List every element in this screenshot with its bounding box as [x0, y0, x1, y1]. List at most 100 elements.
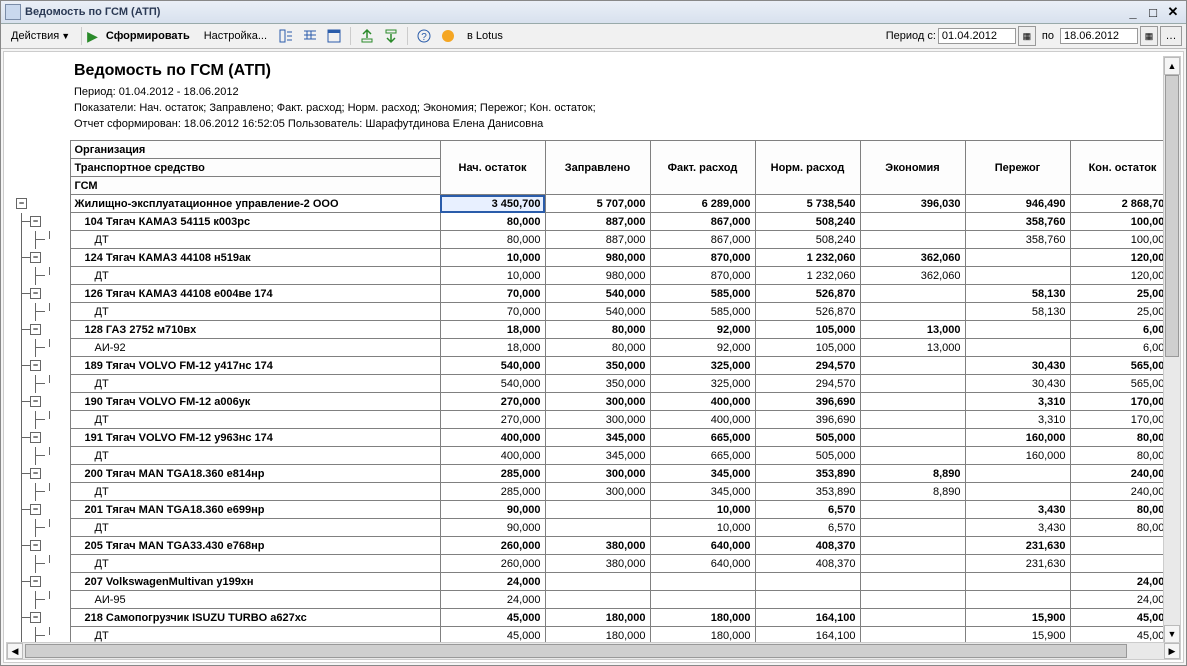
table-row[interactable]: ДТ400,000345,000665,000505,000160,00080,… [14, 447, 1163, 465]
col-fuel[interactable]: ГСМ [70, 177, 440, 195]
table-row[interactable]: −190 Тягач VOLVO FM-12 а006ук270,000300,… [14, 393, 1163, 411]
collapse-icon[interactable]: − [16, 198, 27, 209]
collapse-icon[interactable]: − [30, 252, 41, 263]
table-row[interactable]: −205 Тягач MAN TGA33.430 е768нр260,00038… [14, 537, 1163, 555]
date-to-input[interactable] [1060, 28, 1138, 44]
actions-menu[interactable]: Действия▼ [5, 28, 76, 44]
hscroll-thumb[interactable] [25, 644, 1127, 658]
table-row[interactable]: ДТ10,000980,000870,0001 232,060362,06012… [14, 267, 1163, 285]
close-button[interactable]: ✕ [1164, 4, 1182, 20]
table-row[interactable]: ДТ260,000380,000640,000408,370231,630 [14, 555, 1163, 573]
minimize-button[interactable]: _ [1124, 4, 1142, 20]
cell-value: 345,000 [650, 483, 755, 501]
cell-value [650, 591, 755, 609]
lotus-icon[interactable] [437, 25, 459, 47]
help-button[interactable]: ? [413, 25, 435, 47]
collapse-icon[interactable]: − [30, 540, 41, 551]
scroll-down-button[interactable]: ▼ [1164, 625, 1180, 643]
cell-value: 180,000 [650, 609, 755, 627]
row-name: 128 ГАЗ 2752 м710вх [70, 321, 440, 339]
table-row[interactable]: ДТ270,000300,000400,000396,6903,310170,0… [14, 411, 1163, 429]
table-row[interactable]: −124 Тягач КАМАЗ 44108 н519ак10,000980,0… [14, 249, 1163, 267]
col-econ[interactable]: Экономия [860, 141, 965, 195]
tool-icon-3[interactable] [323, 25, 345, 47]
cell-value [545, 573, 650, 591]
vertical-scrollbar[interactable]: ▲ ▼ [1163, 56, 1181, 644]
lotus-button[interactable]: в Lotus [461, 28, 509, 44]
table-row[interactable]: АИ-9218,00080,00092,000105,00013,0006,00… [14, 339, 1163, 357]
table-row[interactable]: −128 ГАЗ 2752 м710вх18,00080,00092,00010… [14, 321, 1163, 339]
vscroll-thumb[interactable] [1165, 75, 1179, 357]
table-row[interactable]: −126 Тягач КАМАЗ 44108 е004ве 17470,0005… [14, 285, 1163, 303]
collapse-icon[interactable]: − [30, 612, 41, 623]
col-end[interactable]: Кон. остаток [1070, 141, 1163, 195]
tool-icon-4[interactable] [356, 25, 378, 47]
cell-value: 90,000 [440, 519, 545, 537]
cell-value: 231,630 [965, 555, 1070, 573]
table-row[interactable]: −201 Тягач MAN TGA18.360 е699нр90,00010,… [14, 501, 1163, 519]
col-org[interactable]: Организация [70, 141, 440, 159]
cell-value: 380,000 [545, 537, 650, 555]
maximize-button[interactable]: □ [1144, 4, 1162, 20]
row-name: АИ-92 [70, 339, 440, 357]
window-title: Ведомость по ГСМ (АТП) [25, 6, 1122, 18]
cell-value: 6 289,000 [650, 195, 755, 213]
horizontal-scrollbar[interactable]: ◀ ▶ [6, 642, 1181, 660]
scroll-left-button[interactable]: ◀ [7, 643, 23, 659]
collapse-icon[interactable]: − [30, 216, 41, 227]
collapse-icon[interactable]: − [30, 324, 41, 335]
table-row[interactable]: −189 Тягач VOLVO FM-12 у417нс 174540,000… [14, 357, 1163, 375]
scroll-right-button[interactable]: ▶ [1164, 643, 1180, 659]
col-filled[interactable]: Заправлено [545, 141, 650, 195]
period-more-button[interactable]: … [1160, 26, 1182, 46]
cell-value [545, 501, 650, 519]
table-row[interactable]: −218 Самопогрузчик ISUZU TURBO а627хс45,… [14, 609, 1163, 627]
collapse-icon[interactable]: − [30, 576, 41, 587]
collapse-icon[interactable]: − [30, 288, 41, 299]
date-from-input[interactable] [938, 28, 1016, 44]
table-row[interactable]: −207 VolkswagenMultivan у199хн24,00024,0… [14, 573, 1163, 591]
cell-value: 100,000 [1070, 213, 1163, 231]
cell-value: 408,370 [755, 537, 860, 555]
table-row[interactable]: −191 Тягач VOLVO FM-12 у963нс 174400,000… [14, 429, 1163, 447]
table-row[interactable]: −104 Тягач КАМАЗ 54115 к003рс80,000887,0… [14, 213, 1163, 231]
cell-value: 180,000 [545, 609, 650, 627]
form-button[interactable]: Сформировать [100, 28, 196, 44]
col-start[interactable]: Нач. остаток [440, 141, 545, 195]
collapse-icon[interactable]: − [30, 396, 41, 407]
table-row[interactable]: ДТ70,000540,000585,000526,87058,13025,00… [14, 303, 1163, 321]
calendar-from-button[interactable]: ▦ [1018, 26, 1036, 46]
tool-icon-2[interactable] [299, 25, 321, 47]
collapse-icon[interactable]: − [30, 468, 41, 479]
tree-cell: − [14, 465, 70, 483]
table-row[interactable]: ДТ80,000887,000867,000508,240358,760100,… [14, 231, 1163, 249]
collapse-icon[interactable]: − [30, 360, 41, 371]
col-fact[interactable]: Факт. расход [650, 141, 755, 195]
scroll-up-button[interactable]: ▲ [1164, 57, 1180, 75]
col-vehicle[interactable]: Транспортное средство [70, 159, 440, 177]
collapse-icon[interactable]: − [30, 432, 41, 443]
settings-button[interactable]: Настройка... [198, 28, 273, 44]
table-row[interactable]: −200 Тягач MAN TGA18.360 е814нр285,00030… [14, 465, 1163, 483]
row-name: ДТ [70, 231, 440, 249]
cell-value [860, 537, 965, 555]
table-row[interactable]: АИ-9524,00024,000 [14, 591, 1163, 609]
col-burn[interactable]: Пережог [965, 141, 1070, 195]
cell-value: 285,000 [440, 465, 545, 483]
cell-value [545, 591, 650, 609]
calendar-to-button[interactable]: ▦ [1140, 26, 1158, 46]
collapse-icon[interactable]: − [30, 504, 41, 515]
cell-value: 396,030 [860, 195, 965, 213]
table-row[interactable]: ДТ540,000350,000325,000294,57030,430565,… [14, 375, 1163, 393]
table-row[interactable]: −Жилищно-эксплуатационное управление-2 О… [14, 195, 1163, 213]
cell-value: 980,000 [545, 267, 650, 285]
tree-cell: − [14, 609, 70, 627]
col-norm[interactable]: Норм. расход [755, 141, 860, 195]
cell-value: 887,000 [545, 231, 650, 249]
table-row[interactable]: ДТ90,00010,0006,5703,43080,000 [14, 519, 1163, 537]
table-row[interactable]: ДТ285,000300,000345,000353,8908,890240,0… [14, 483, 1163, 501]
tool-icon-5[interactable] [380, 25, 402, 47]
tool-icon-1[interactable] [275, 25, 297, 47]
cell-value: 10,000 [440, 249, 545, 267]
cell-value: 18,000 [440, 339, 545, 357]
